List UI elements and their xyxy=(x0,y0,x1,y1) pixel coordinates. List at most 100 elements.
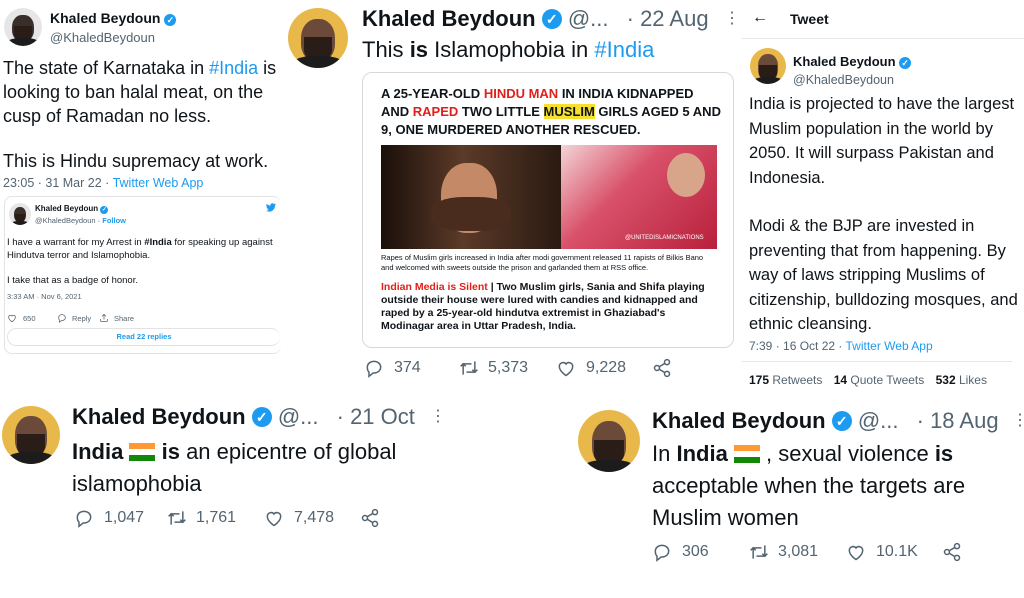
avatar[interactable] xyxy=(4,8,42,46)
like-icon xyxy=(8,314,16,323)
retweets-stat[interactable]: 175 Retweets xyxy=(749,373,822,387)
retweet-button[interactable]: 1,761 xyxy=(166,508,236,528)
hashtag-link[interactable]: #India xyxy=(209,58,258,78)
tweet-4: Khaled Beydoun ✓ @... · 21 Oct ⋮ India i… xyxy=(0,398,446,538)
reply-icon xyxy=(366,360,382,378)
tweet-text: This is Islamophobia in #India xyxy=(362,37,655,62)
embedded-timestamp[interactable]: 3:33 AM · Nov 6, 2021 xyxy=(7,292,82,301)
image-body: Indian Media is Silent | Two Muslim girl… xyxy=(381,281,705,332)
reply-icon xyxy=(76,510,92,528)
hashtag-link[interactable]: #India xyxy=(594,37,654,62)
embedded-tweet-card[interactable]: Khaled Beydoun ✓ @KhaledBeydoun · Follow… xyxy=(4,196,281,354)
like-button[interactable]: 7,478 xyxy=(264,508,334,528)
author-name[interactable]: Khaled Beydoun xyxy=(362,6,536,31)
verified-badge-icon: ✓ xyxy=(831,411,852,431)
retweet-count: 1,761 xyxy=(196,509,237,526)
avatar[interactable] xyxy=(750,48,786,84)
more-icon[interactable]: ⋮ xyxy=(1012,410,1024,430)
reply-button[interactable]: 306 xyxy=(652,542,709,562)
share-button[interactable]: Share xyxy=(99,313,134,323)
share-label: Share xyxy=(114,313,135,323)
avatar[interactable] xyxy=(2,406,60,464)
avatar[interactable] xyxy=(288,8,348,68)
retweet-icon xyxy=(168,511,186,525)
like-count: 650 xyxy=(23,313,36,323)
author-handle[interactable]: @KhaledBeydoun xyxy=(50,30,155,45)
share-button[interactable] xyxy=(942,542,962,562)
reply-button[interactable]: 374 xyxy=(364,358,421,378)
back-arrow-icon[interactable]: ← xyxy=(752,9,768,27)
verified-badge-icon: ✓ xyxy=(899,57,912,69)
like-button[interactable]: 9,228 xyxy=(556,358,626,378)
retweet-count: 3,081 xyxy=(778,543,819,560)
author-name[interactable]: Khaled Beydoun xyxy=(652,408,826,433)
tweet-date[interactable]: · 21 Oct xyxy=(337,404,415,429)
author-name[interactable]: Khaled Beydoun xyxy=(50,10,160,26)
attached-image[interactable]: A 25-YEAR-OLD HINDU MAN IN INDIA KIDNAPP… xyxy=(362,72,734,348)
verified-badge-icon: ✓ xyxy=(541,9,562,29)
tweet-source[interactable]: Twitter Web App xyxy=(846,339,933,353)
retweet-button[interactable]: 3,081 xyxy=(748,542,818,562)
tweet-text: The state of Karnataka in #India is look… xyxy=(3,58,277,126)
read-replies-button[interactable]: Read 22 replies xyxy=(7,328,280,346)
more-icon[interactable]: ⋮ xyxy=(724,8,740,28)
like-button[interactable]: 10.1K xyxy=(846,542,918,562)
retweet-count: 5,373 xyxy=(488,359,529,376)
avatar[interactable] xyxy=(9,203,31,225)
twitter-logo-icon[interactable] xyxy=(266,203,276,212)
tweet-timestamp[interactable]: 7:39 · 16 Oct 22 · xyxy=(749,339,846,353)
embedded-tweet-text-2: I take that as a badge of honor. xyxy=(7,275,138,286)
verified-badge-icon: ✓ xyxy=(100,206,109,214)
tweet-text-2: This is Hindu supremacy at work. xyxy=(3,151,269,171)
tweet-text: In India , sexual violence is acceptable… xyxy=(652,441,966,530)
follow-button[interactable]: Follow xyxy=(102,216,126,225)
like-icon xyxy=(848,545,864,561)
like-button[interactable]: 650 xyxy=(7,313,36,323)
tweet-1: Khaled Beydoun ✓ @KhaledBeydoun The stat… xyxy=(0,0,281,390)
like-count: 10.1K xyxy=(876,543,918,560)
verified-badge-icon: ✓ xyxy=(164,14,177,26)
share-icon xyxy=(943,542,961,562)
page-header: Tweet xyxy=(790,11,829,27)
like-icon xyxy=(558,361,574,377)
read-replies-label: Read 22 replies xyxy=(116,332,172,341)
author-name[interactable]: Khaled Beydoun xyxy=(72,404,246,429)
more-icon[interactable]: ⋮ xyxy=(430,406,446,426)
author-handle[interactable]: @... xyxy=(568,6,609,31)
likes-stat[interactable]: 532 Likes xyxy=(936,373,987,387)
tweet-3: ← Tweet Khaled Beydoun ✓ @KhaledBeydoun … xyxy=(742,0,1024,400)
reply-count: 374 xyxy=(394,359,421,376)
tweet-date[interactable]: · 18 Aug xyxy=(917,408,999,433)
tweet-date[interactable]: · 22 Aug xyxy=(627,6,709,31)
quote-tweets-stat[interactable]: 14 Quote Tweets xyxy=(834,373,925,387)
like-count: 7,478 xyxy=(294,509,335,526)
author-name[interactable]: Khaled Beydoun xyxy=(35,204,98,213)
reply-button[interactable]: 1,047 xyxy=(74,508,144,528)
author-handle[interactable]: @KhaledBeydoun xyxy=(35,216,96,225)
hashtag-link[interactable]: #India xyxy=(144,237,171,248)
author-handle[interactable]: @... xyxy=(858,408,899,433)
share-icon xyxy=(100,313,108,322)
share-icon xyxy=(653,358,671,378)
reply-icon xyxy=(654,544,670,562)
avatar[interactable] xyxy=(578,410,640,472)
reply-button[interactable]: Reply xyxy=(57,313,91,323)
tweet-source[interactable]: Twitter Web App xyxy=(113,176,204,190)
author-name[interactable]: Khaled Beydoun xyxy=(793,54,896,69)
embedded-tweet-text: I have a warrant for my Arrest in #India… xyxy=(7,237,273,261)
india-flag-icon xyxy=(129,443,156,461)
tweet-2: Khaled Beydoun ✓ @... · 22 Aug ⋮ This is… xyxy=(282,0,740,392)
share-icon xyxy=(361,508,379,528)
tweet-text: India is projected to have the largest M… xyxy=(749,95,1015,187)
tweet-timestamp[interactable]: 23:05 · 31 Mar 22 · xyxy=(3,176,113,190)
tweet-5: Khaled Beydoun ✓ @... · 18 Aug ⋮ In Indi… xyxy=(574,400,1024,580)
reply-count: 306 xyxy=(682,543,709,560)
share-button[interactable] xyxy=(652,358,672,378)
retweet-button[interactable]: 5,373 xyxy=(458,358,528,378)
share-button[interactable] xyxy=(360,508,380,528)
author-handle[interactable]: @KhaledBeydoun xyxy=(793,73,894,87)
reply-label: Reply xyxy=(72,313,92,323)
like-count: 9,228 xyxy=(586,359,627,376)
author-handle[interactable]: @... xyxy=(278,404,319,429)
reply-count: 1,047 xyxy=(104,509,145,526)
